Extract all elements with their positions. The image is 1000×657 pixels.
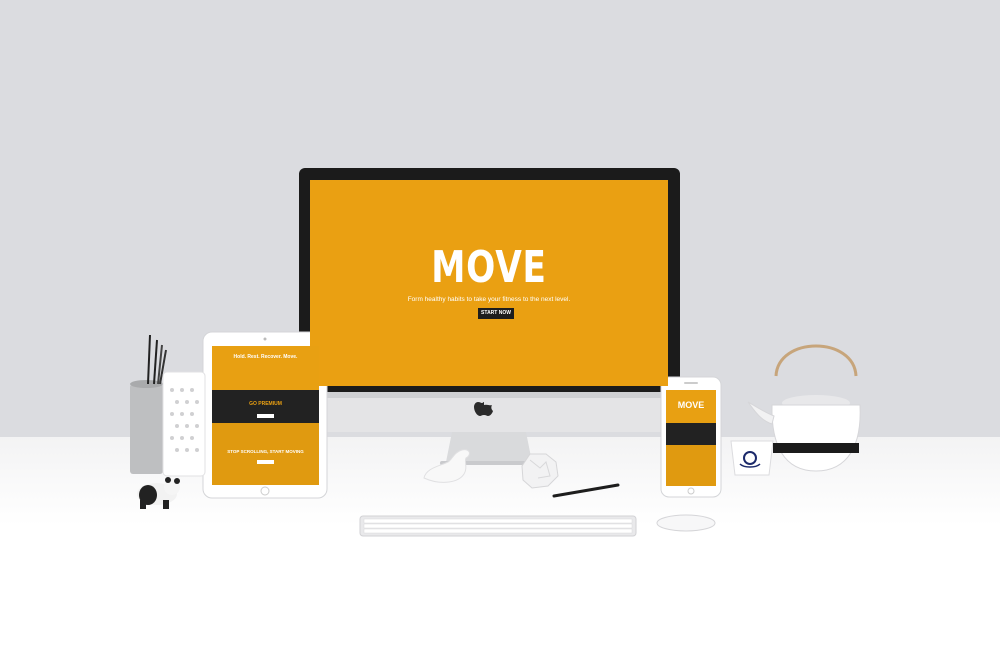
ipad-hero-photo (212, 346, 319, 390)
tea-cup (730, 440, 774, 476)
iphone-photo (666, 445, 716, 486)
ipad-premium-button[interactable] (257, 414, 274, 418)
ipad-hero-heading: Hold. Rest. Recover. Move. (233, 354, 298, 360)
ipad-premium-heading: GO PREMIUM (249, 401, 282, 407)
ipad-photo-heading: STOP SCROLLING, START MOVING (227, 449, 304, 454)
pencil (552, 483, 620, 498)
iphone-title: MOVE (677, 400, 705, 410)
panda-figurine (137, 477, 180, 509)
start-now-button[interactable]: START NOW (478, 308, 514, 319)
keyboard (359, 515, 637, 537)
pen-cup (130, 334, 167, 474)
ceramic-bird (423, 449, 470, 483)
hero-tagline: Form healthy habits to take your fitness… (407, 296, 571, 303)
ipad-photo-section (212, 423, 319, 485)
ipad-photo-button[interactable] (257, 460, 274, 464)
ipad-screen: Hold. Rest. Recover. Move. GO PREMIUM ST… (212, 346, 319, 485)
hero-title: MOVE (431, 242, 547, 293)
imac-screen: MOVE Form healthy habits to take your fi… (310, 180, 668, 386)
paper-ball (521, 453, 559, 489)
iphone-screen: MOVE (666, 390, 716, 486)
white-vase (162, 371, 206, 477)
iphone-columns (666, 423, 716, 445)
mouse (656, 514, 716, 532)
